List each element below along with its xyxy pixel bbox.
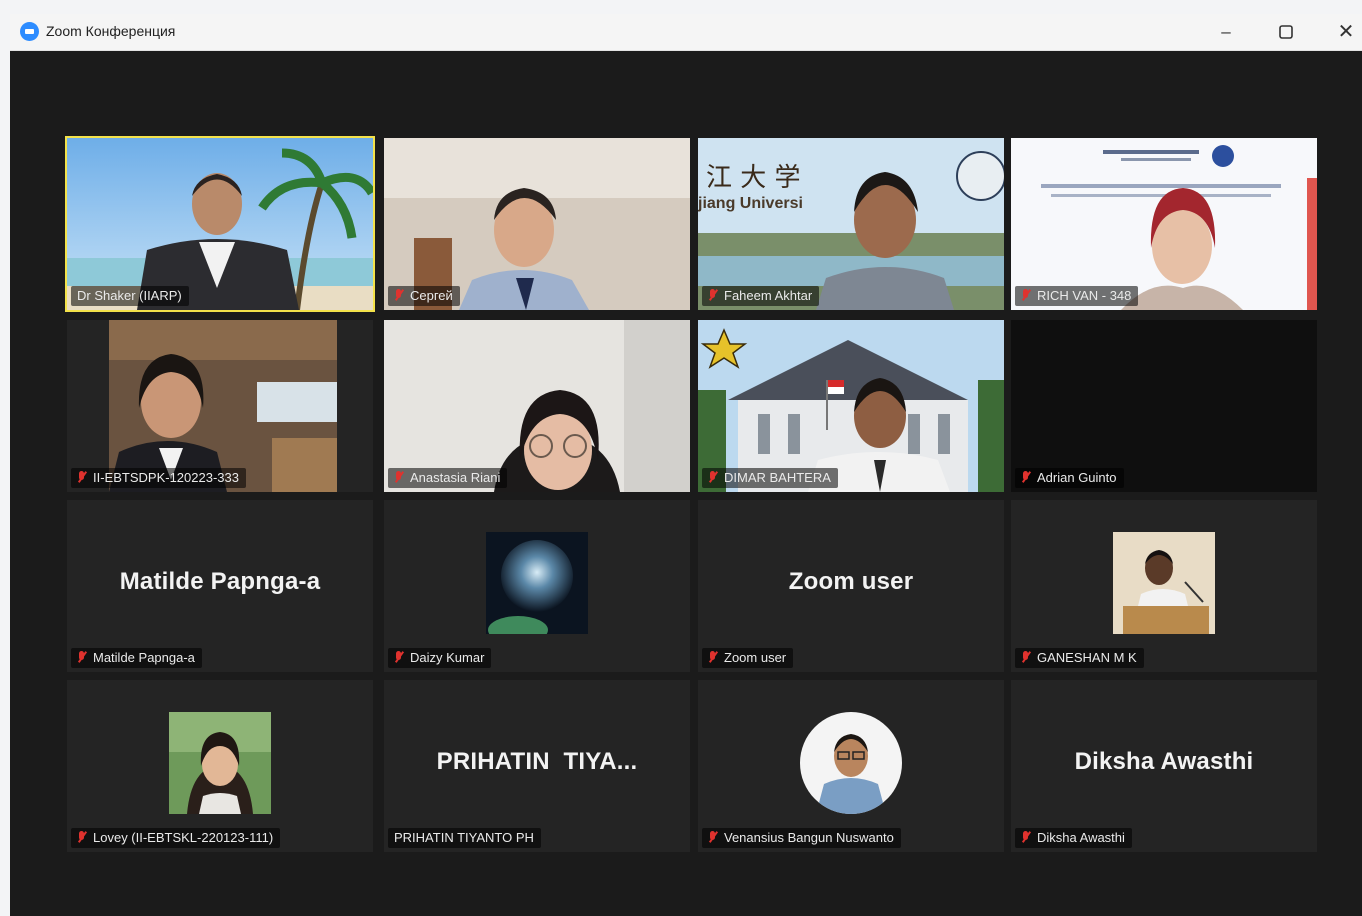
participant-name-tag: Сергей bbox=[388, 286, 460, 306]
video-tile-zoom-user[interactable]: Zoom user Zoom user bbox=[698, 500, 1004, 672]
participant-video: 江 大 学 jiang Universi bbox=[698, 138, 1004, 310]
participant-name-tag: Anastasia Riani bbox=[388, 468, 508, 488]
participant-name-tag: II-EBTSDPK-120223-333 bbox=[71, 468, 246, 488]
video-tile-anastasia-riani[interactable]: Anastasia Riani bbox=[384, 320, 690, 492]
participant-name-tag: Matilde Papnga-a bbox=[71, 648, 202, 668]
participant-name-tag: Diksha Awasthi bbox=[1015, 828, 1132, 848]
video-tile-dr-shaker[interactable]: Dr Shaker (IIARP) bbox=[65, 136, 375, 312]
participant-name: RICH VAN - 348 bbox=[1037, 288, 1132, 303]
microphone-muted-icon bbox=[708, 651, 718, 664]
participant-video bbox=[67, 138, 373, 310]
video-tile-ganeshan-m-k[interactable]: GANESHAN M K bbox=[1011, 500, 1317, 672]
participant-name-tag: Dr Shaker (IIARP) bbox=[71, 286, 189, 306]
microphone-muted-icon bbox=[708, 471, 718, 484]
participant-video bbox=[1011, 138, 1317, 310]
participant-name: Matilde Papnga-a bbox=[93, 650, 195, 665]
participant-name: Adrian Guinto bbox=[1037, 470, 1117, 485]
participant-name: Сергей bbox=[410, 288, 453, 303]
microphone-muted-icon bbox=[1021, 831, 1031, 844]
participant-display-name: Zoom user bbox=[788, 568, 914, 595]
video-tile-ii-ebtsdpk[interactable]: II-EBTSDPK-120223-333 bbox=[67, 320, 373, 492]
participant-name: DIMAR BAHTERA bbox=[724, 470, 831, 485]
title-bar: Zoom Конференция – ✕ bbox=[10, 14, 1362, 51]
participant-name: Lovey (II-EBTSKL-220123-111) bbox=[93, 830, 274, 845]
participant-display-name: Diksha Awasthi bbox=[1074, 748, 1254, 775]
participant-name-tag: Faheem Akhtar bbox=[702, 286, 820, 306]
video-tile-adrian-guinto[interactable]: Adrian Guinto bbox=[1011, 320, 1317, 492]
minimize-icon[interactable]: – bbox=[1212, 18, 1240, 46]
participant-name-tag: PRIHATIN TIYANTO PH bbox=[388, 828, 541, 848]
microphone-muted-icon bbox=[77, 471, 87, 484]
zoom-meeting-window: Zoom Конференция – ✕ Dr Shaker (IIARP) С… bbox=[10, 14, 1362, 916]
microphone-muted-icon bbox=[77, 831, 87, 844]
video-tile-rich-van[interactable]: RICH VAN - 348 bbox=[1011, 138, 1317, 310]
participant-video bbox=[384, 138, 690, 310]
profile-picture bbox=[486, 532, 588, 634]
window-title: Zoom Конференция bbox=[46, 23, 176, 39]
participant-name: GANESHAN M K bbox=[1037, 650, 1137, 665]
participant-name-tag: DIMAR BAHTERA bbox=[702, 468, 838, 488]
participant-name-tag: Venansius Bangun Nuswanto bbox=[702, 828, 901, 848]
microphone-muted-icon bbox=[394, 471, 404, 484]
participant-video bbox=[698, 320, 1004, 492]
microphone-muted-icon bbox=[1021, 471, 1031, 484]
maximize-icon[interactable] bbox=[1272, 18, 1300, 46]
video-tile-prihatin-tiyanto[interactable]: PRIHATIN TIYA... PRIHATIN TIYANTO PH bbox=[384, 680, 690, 852]
participant-name: Faheem Akhtar bbox=[724, 288, 813, 303]
participant-display-name: PRIHATIN TIYA... bbox=[436, 748, 638, 775]
microphone-muted-icon bbox=[1021, 651, 1031, 664]
profile-picture bbox=[1113, 532, 1215, 634]
close-icon[interactable]: ✕ bbox=[1332, 18, 1360, 46]
microphone-muted-icon bbox=[708, 289, 718, 302]
microphone-muted-icon bbox=[394, 651, 404, 664]
microphone-muted-icon bbox=[394, 289, 404, 302]
video-tile-lovey[interactable]: Lovey (II-EBTSKL-220123-111) bbox=[67, 680, 373, 852]
participant-name-tag: Zoom user bbox=[702, 648, 794, 668]
video-tile-venansius[interactable]: Venansius Bangun Nuswanto bbox=[698, 680, 1004, 852]
participant-name: Anastasia Riani bbox=[410, 470, 501, 485]
microphone-muted-icon bbox=[77, 651, 87, 664]
video-tile-sergey[interactable]: Сергей bbox=[384, 138, 690, 310]
participant-name: Zoom user bbox=[724, 650, 787, 665]
video-tile-diksha-awasthi[interactable]: Diksha Awasthi Diksha Awasthi bbox=[1011, 680, 1317, 852]
participant-name: Venansius Bangun Nuswanto bbox=[724, 830, 894, 845]
microphone-muted-icon bbox=[1021, 289, 1031, 302]
zoom-app-icon bbox=[20, 22, 39, 41]
participant-name-tag: Lovey (II-EBTSKL-220123-111) bbox=[71, 828, 281, 848]
profile-picture bbox=[800, 712, 902, 814]
participant-name-tag: RICH VAN - 348 bbox=[1015, 286, 1139, 306]
participant-name-tag: GANESHAN M K bbox=[1015, 648, 1144, 668]
video-tile-daizy-kumar[interactable]: Daizy Kumar bbox=[384, 500, 690, 672]
participant-name: II-EBTSDPK-120223-333 bbox=[93, 470, 239, 485]
video-tile-matilde-papnga-a[interactable]: Matilde Papnga-a Matilde Papnga-a bbox=[67, 500, 373, 672]
participant-name-tag: Daizy Kumar bbox=[388, 648, 492, 668]
participant-name: Daizy Kumar bbox=[410, 650, 485, 665]
video-tile-faheem-akhtar[interactable]: 江 大 学 jiang Universi Faheem Akhtar bbox=[698, 138, 1004, 310]
background-banner-text: jiang Universi bbox=[698, 195, 803, 212]
video-tile-dimar-bahtera[interactable]: DIMAR BAHTERA bbox=[698, 320, 1004, 492]
participant-display-name: Matilde Papnga-a bbox=[119, 568, 321, 595]
participant-name: PRIHATIN TIYANTO PH bbox=[394, 830, 534, 845]
profile-picture bbox=[169, 712, 271, 814]
participant-video bbox=[384, 320, 690, 492]
background-banner-text: 江 大 学 bbox=[706, 163, 801, 193]
participant-name: Diksha Awasthi bbox=[1037, 830, 1125, 845]
microphone-muted-icon bbox=[708, 831, 718, 844]
participant-video bbox=[67, 320, 373, 492]
participant-name-tag: Adrian Guinto bbox=[1015, 468, 1124, 488]
participant-name: Dr Shaker (IIARP) bbox=[77, 288, 182, 303]
